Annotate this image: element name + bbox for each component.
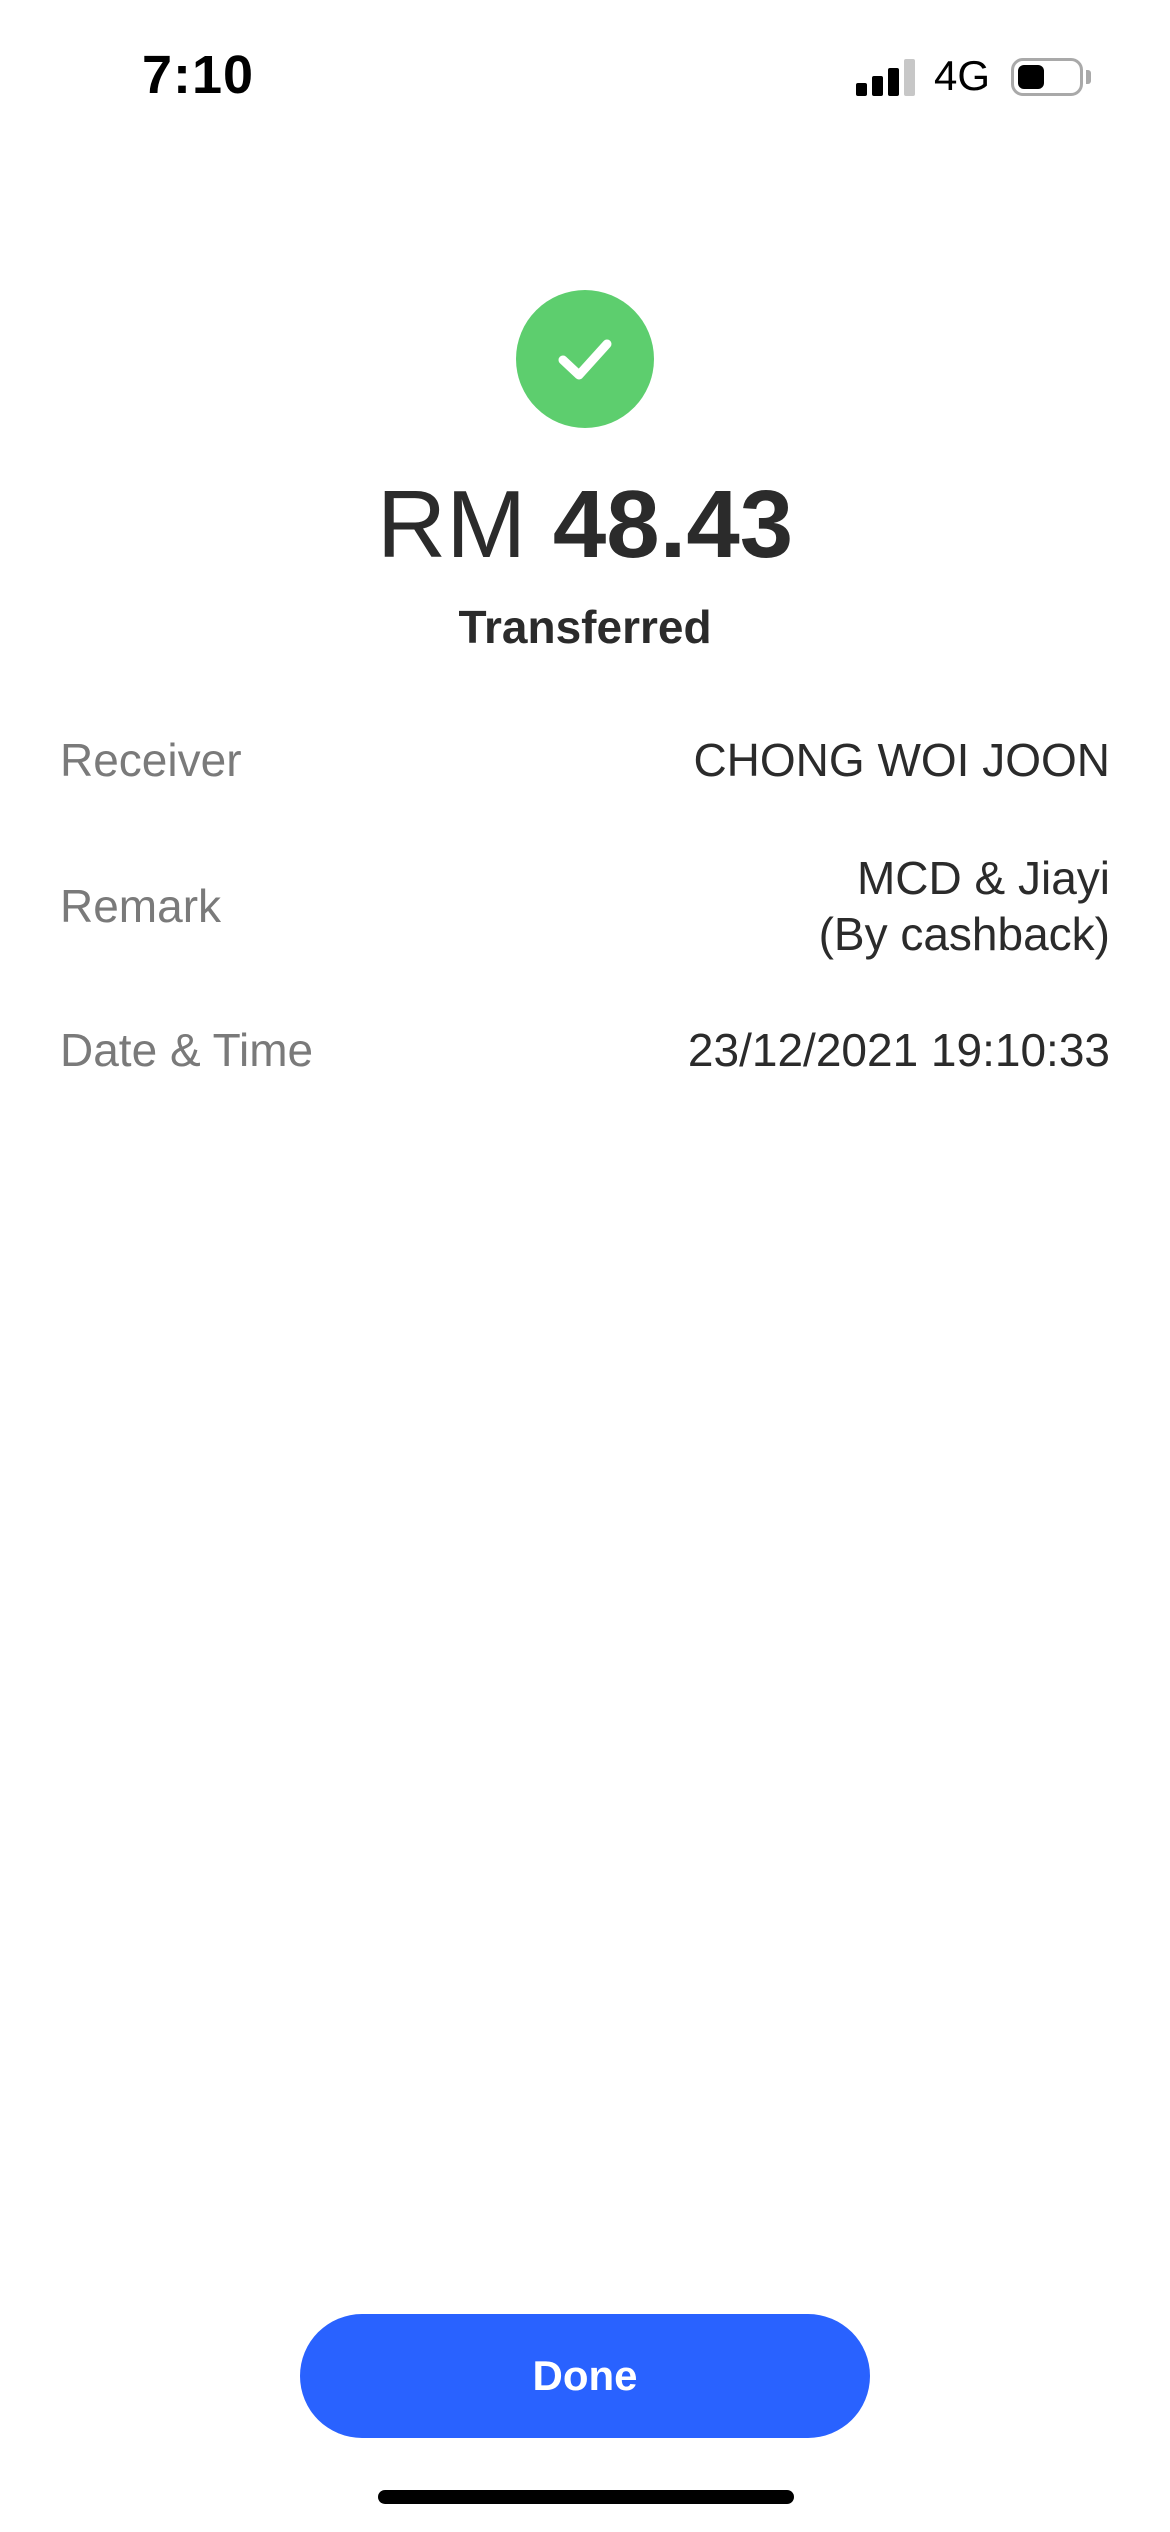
receiver-value: CHONG WOI JOON — [693, 734, 1110, 786]
receiver-label: Receiver — [60, 734, 242, 786]
datetime-value: 23/12/2021 19:10:33 — [687, 1024, 1110, 1076]
datetime-label: Date & Time — [60, 1024, 314, 1076]
detail-row-remark: Remark MCD & Jiayi (By cashback) — [60, 848, 1110, 964]
detail-row-datetime: Date & Time 23/12/2021 19:10:33 — [60, 1020, 1110, 1080]
remark-value: MCD & Jiayi (By cashback) — [819, 850, 1110, 962]
transfer-status: Transferred — [458, 601, 712, 653]
amount-currency: RM — [376, 471, 527, 578]
remark-label: Remark — [60, 880, 222, 932]
detail-row-receiver: Receiver CHONG WOI JOON — [60, 730, 1110, 790]
status-bar: 7:10 4G — [0, 0, 1170, 150]
amount-value: 48.43 — [552, 471, 794, 578]
success-badge — [516, 290, 654, 428]
done-button[interactable]: Done — [300, 2314, 870, 2438]
network-type: 4G — [934, 52, 991, 99]
cellular-signal-icon — [856, 58, 916, 96]
battery-icon — [1011, 58, 1083, 96]
status-time: 7:10 — [142, 45, 255, 105]
remark-line-2: (By cashback) — [818, 908, 1110, 960]
remark-line-1: MCD & Jiayi — [856, 852, 1110, 904]
battery-nub — [1086, 70, 1091, 84]
home-indicator[interactable] — [378, 2490, 794, 2504]
battery-level — [1018, 65, 1044, 89]
checkmark-icon — [558, 339, 612, 380]
transfer-amount: RM 48.43 — [0, 470, 1170, 580]
